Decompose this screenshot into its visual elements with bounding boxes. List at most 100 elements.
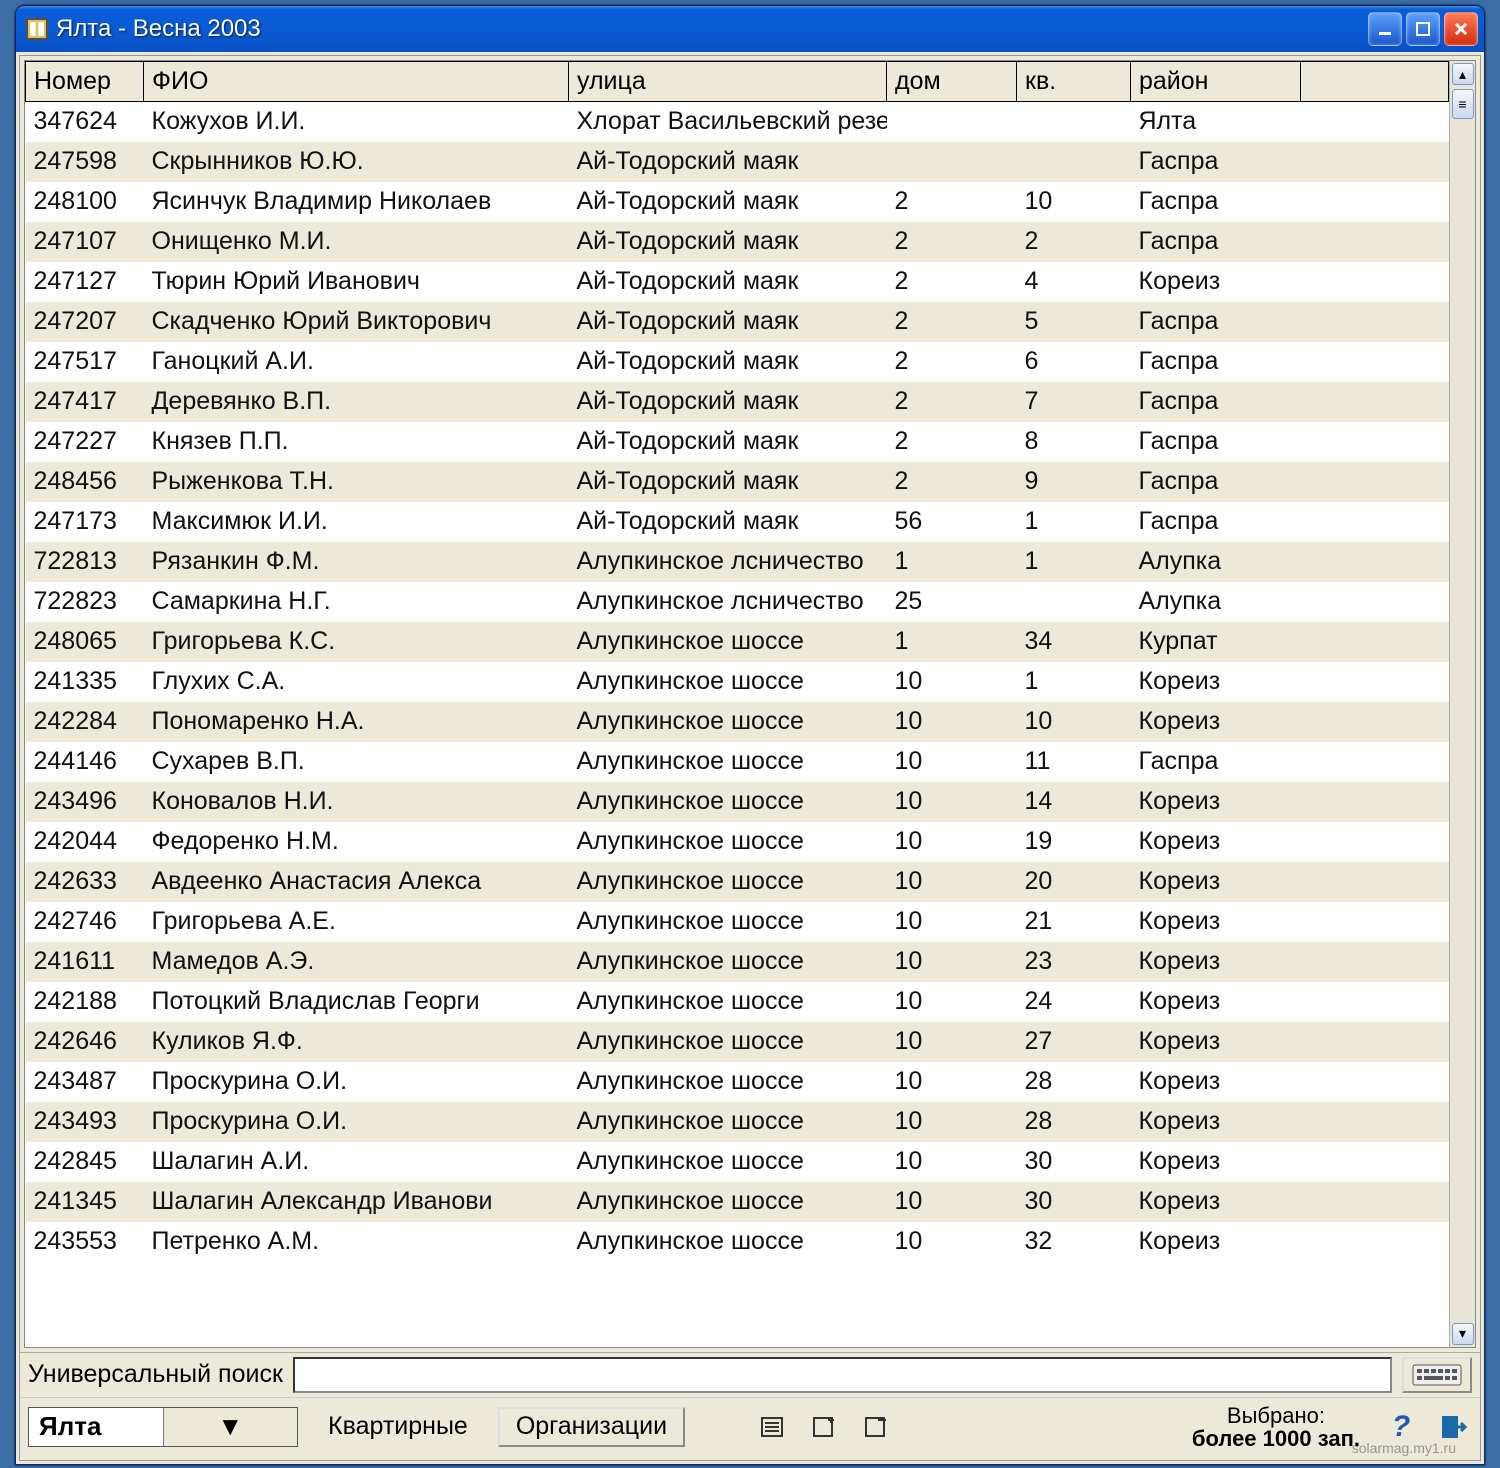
col-number[interactable]: Номер [26, 62, 144, 102]
cell-n: 241335 [26, 662, 144, 702]
table-row[interactable]: 241335Глухих С.А.Алупкинское шоссе101Кор… [26, 662, 1449, 702]
close-button[interactable] [1444, 12, 1478, 46]
region-combo-value: Ялта [29, 1411, 163, 1442]
cell-fio: Потоцкий Владислав Георги [144, 982, 569, 1022]
data-grid[interactable]: Номер ФИО улица дом кв. район 347624Кожу… [25, 61, 1449, 1347]
table-row[interactable]: 243553Петренко А.М.Алупкинское шоссе1032… [26, 1222, 1449, 1262]
cell-street: Ай-Тодорский маяк [569, 462, 887, 502]
scroll-up-icon[interactable]: ▴ [1452, 63, 1474, 85]
table-row[interactable]: 248456Рыженкова Т.Н.Ай-Тодорский маяк29Г… [26, 462, 1449, 502]
cell-fio: Тюрин Юрий Иванович [144, 262, 569, 302]
table-row[interactable]: 243493Проскурина О.И.Алупкинское шоссе10… [26, 1102, 1449, 1142]
table-row[interactable]: 242746Григорьева А.Е.Алупкинское шоссе10… [26, 902, 1449, 942]
cell-n: 247517 [26, 342, 144, 382]
cell-apt: 5 [1017, 302, 1131, 342]
cell-house: 2 [887, 422, 1017, 462]
table-row[interactable]: 243496Коновалов Н.И.Алупкинское шоссе101… [26, 782, 1449, 822]
col-region[interactable]: район [1131, 62, 1301, 102]
add-record-icon[interactable] [805, 1408, 843, 1446]
cell-street: Ай-Тодорский маяк [569, 382, 887, 422]
scroll-down-icon[interactable]: ▾ [1452, 1323, 1474, 1345]
table-row[interactable]: 242633Авдеенко Анастасия АлексаАлупкинск… [26, 862, 1449, 902]
cell-apt: 23 [1017, 942, 1131, 982]
cell-fio: Князев П.П. [144, 422, 569, 462]
cell-house: 10 [887, 1182, 1017, 1222]
cell-region: Алупка [1131, 582, 1301, 622]
cell-apt: 30 [1017, 1142, 1131, 1182]
cell-region: Курпат [1131, 622, 1301, 662]
cell-n: 242633 [26, 862, 144, 902]
cell-region: Ялта [1131, 102, 1301, 142]
table-row[interactable]: 244146Сухарев В.П.Алупкинское шоссе1011Г… [26, 742, 1449, 782]
table-row[interactable]: 242646Куликов Я.Ф.Алупкинское шоссе1027К… [26, 1022, 1449, 1062]
cell-apt: 7 [1017, 382, 1131, 422]
cell-house: 2 [887, 222, 1017, 262]
table-row[interactable]: 248100Ясинчук Владимир НиколаевАй-Тодорс… [26, 182, 1449, 222]
search-input[interactable] [293, 1357, 1392, 1393]
region-combo[interactable]: Ялта ▼ [28, 1407, 298, 1447]
col-street[interactable]: улица [569, 62, 887, 102]
cell-house: 10 [887, 1102, 1017, 1142]
maximize-button[interactable] [1406, 12, 1440, 46]
cell-street: Алупкинское шоссе [569, 782, 887, 822]
cell-fio: Коновалов Н.И. [144, 782, 569, 822]
cell-n: 247107 [26, 222, 144, 262]
table-row[interactable]: 243487Проскурина О.И.Алупкинское шоссе10… [26, 1062, 1449, 1102]
cell-house: 10 [887, 902, 1017, 942]
cell-street: Алупкинское шоссе [569, 662, 887, 702]
minimize-button[interactable] [1368, 12, 1402, 46]
table-row[interactable]: 241611Мамедов А.Э.Алупкинское шоссе1023К… [26, 942, 1449, 982]
table-row[interactable]: 722823Самаркина Н.Г.Алупкинское лсничест… [26, 582, 1449, 622]
table-row[interactable]: 247207Скадченко Юрий ВикторовичАй-Тодорс… [26, 302, 1449, 342]
col-house[interactable]: дом [887, 62, 1017, 102]
header-row: Номер ФИО улица дом кв. район [26, 62, 1449, 102]
cell-street: Ай-Тодорский маяк [569, 182, 887, 222]
table-row[interactable]: 247127Тюрин Юрий ИвановичАй-Тодорский ма… [26, 262, 1449, 302]
cell-fio: Скрынников Ю.Ю. [144, 142, 569, 182]
cell-fio: Сухарев В.П. [144, 742, 569, 782]
col-apt[interactable]: кв. [1017, 62, 1131, 102]
cell-house: 2 [887, 382, 1017, 422]
table-row[interactable]: 247107Онищенко М.И.Ай-Тодорский маяк22Га… [26, 222, 1449, 262]
titlebar[interactable]: Ялта - Весна 2003 [16, 6, 1484, 52]
onscreen-keyboard-button[interactable] [1402, 1357, 1472, 1393]
table-row[interactable]: 247417Деревянко В.П.Ай-Тодорский маяк27Г… [26, 382, 1449, 422]
cell-fio: Самаркина Н.Г. [144, 582, 569, 622]
table-row[interactable]: 722813Рязанкин Ф.М.Алупкинское лсничеств… [26, 542, 1449, 582]
cell-region: Кореиз [1131, 1142, 1301, 1182]
cell-apt: 10 [1017, 182, 1131, 222]
cell-region: Гаспра [1131, 222, 1301, 262]
cell-house: 10 [887, 662, 1017, 702]
delete-record-icon[interactable] [857, 1408, 895, 1446]
table-row[interactable]: 347624Кожухов И.И. Хлорат Васильевский р… [26, 102, 1449, 142]
table-row[interactable]: 241345Шалагин Александр ИвановиАлупкинск… [26, 1182, 1449, 1222]
organizations-button[interactable]: Организации [498, 1407, 685, 1447]
selection-info: Выбрано: более 1000 зап. [1192, 1404, 1360, 1450]
table-row[interactable]: 248065Григорьева К.С.Алупкинское шоссе13… [26, 622, 1449, 662]
apartments-button[interactable]: Квартирные [312, 1407, 484, 1447]
scroll-thumb[interactable]: ≡ [1452, 89, 1474, 119]
table-row[interactable]: 242284Пономаренко Н.А.Алупкинское шоссе1… [26, 702, 1449, 742]
list-icon[interactable] [753, 1408, 791, 1446]
table-row[interactable]: 242845Шалагин А.И.Алупкинское шоссе1030К… [26, 1142, 1449, 1182]
table-row[interactable]: 247227Князев П.П.Ай-Тодорский маяк28Гасп… [26, 422, 1449, 462]
cell-n: 242845 [26, 1142, 144, 1182]
cell-apt: 28 [1017, 1102, 1131, 1142]
cell-street: Алупкинское шоссе [569, 1102, 887, 1142]
table-row[interactable]: 242044Федоренко Н.М.Алупкинское шоссе101… [26, 822, 1449, 862]
cell-fio: Григорьева А.Е. [144, 902, 569, 942]
table-row[interactable]: 242188Потоцкий Владислав ГеоргиАлупкинск… [26, 982, 1449, 1022]
cell-house [887, 142, 1017, 182]
cell-region: Кореиз [1131, 662, 1301, 702]
table-row[interactable]: 247517Ганоцкий А.И.Ай-Тодорский маяк26Га… [26, 342, 1449, 382]
table-row[interactable]: 247598Скрынников Ю.Ю.Ай-Тодорский маякГа… [26, 142, 1449, 182]
cell-house: 10 [887, 1222, 1017, 1262]
keyboard-icon [1412, 1364, 1462, 1386]
chevron-down-icon[interactable]: ▼ [163, 1408, 298, 1446]
table-row[interactable]: 247173Максимюк И.И.Ай-Тодорский маяк561Г… [26, 502, 1449, 542]
cell-street: Ай-Тодорский маяк [569, 502, 887, 542]
cell-house: 10 [887, 1022, 1017, 1062]
vertical-scrollbar[interactable]: ▴ ≡ ▾ [1449, 61, 1475, 1347]
col-fio[interactable]: ФИО [144, 62, 569, 102]
cell-fio: Проскурина О.И. [144, 1102, 569, 1142]
